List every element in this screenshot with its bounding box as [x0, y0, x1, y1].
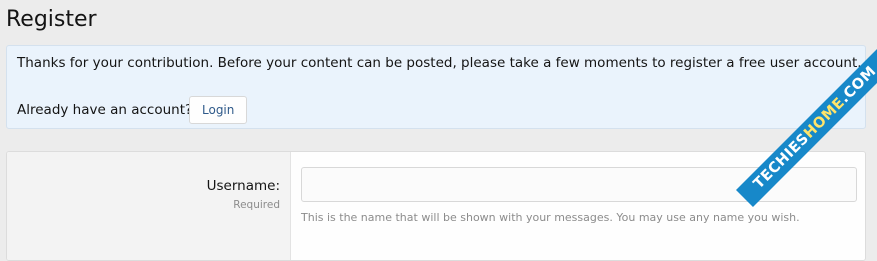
notice-message: Thanks for your contribution. Before you… — [17, 55, 862, 71]
username-hint: This is the name that will be shown with… — [301, 211, 800, 224]
page-title: Register — [6, 7, 97, 32]
username-required-hint: Required — [233, 199, 280, 211]
login-button[interactable]: Login — [189, 96, 248, 124]
form-label-column: Username: Required — [7, 152, 291, 260]
username-label: Username: — [206, 178, 280, 194]
already-have-account-text: Already have an account? — [17, 102, 193, 118]
register-notice: Thanks for your contribution. Before you… — [6, 45, 866, 129]
registration-form: Username: Required This is the name that… — [6, 151, 866, 261]
